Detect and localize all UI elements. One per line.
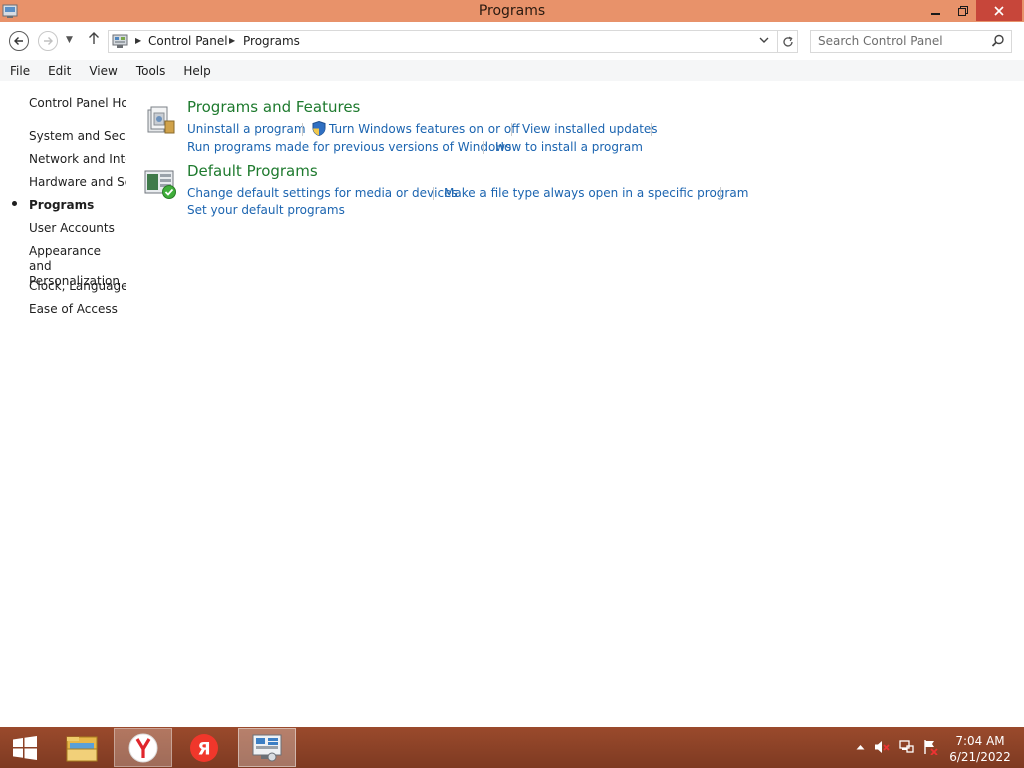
search-input[interactable] — [818, 34, 988, 48]
clock-date: 6/21/2022 — [949, 750, 1011, 764]
recent-locations-chevron-icon[interactable]: ▼ — [66, 35, 73, 45]
default-programs-icon[interactable] — [143, 168, 177, 202]
action-center-flag-icon[interactable] — [922, 739, 938, 755]
link-separator — [511, 123, 512, 136]
search-box[interactable] — [810, 30, 1012, 53]
menu-file[interactable]: File — [0, 64, 38, 78]
menu-help[interactable]: Help — [173, 64, 218, 78]
taskbar-yandex[interactable]: Я — [178, 728, 230, 767]
taskbar-control-panel[interactable] — [238, 728, 296, 767]
restore-button[interactable] — [950, 0, 976, 21]
programs-and-features-title[interactable]: Programs and Features — [187, 98, 360, 116]
address-dropdown-chevron-icon[interactable] — [759, 36, 769, 47]
taskbar: Я 7:04 AM 6/21/2022 — [0, 727, 1024, 768]
yandex-letter: Я — [197, 739, 210, 759]
link-separator — [433, 187, 434, 200]
view-installed-updates-link[interactable]: View installed updates — [522, 122, 658, 136]
link-separator — [302, 123, 303, 136]
address-bar[interactable]: ▶ Control Panel ▶ Programs — [108, 30, 798, 53]
how-to-install-a-program-link[interactable]: How to install a program — [495, 140, 643, 154]
up-arrow-icon[interactable] — [88, 31, 100, 49]
close-icon — [994, 5, 1004, 16]
set-your-default-programs-link[interactable]: Set your default programs — [187, 203, 345, 217]
sidebar-item-clock-language-region[interactable]: Clock, Language, and Region — [29, 279, 126, 294]
sidebar-item-system-and-security[interactable]: System and Security — [29, 129, 126, 144]
default-programs-title[interactable]: Default Programs — [187, 162, 318, 180]
windows-logo-icon — [13, 735, 37, 760]
forward-button[interactable] — [38, 31, 58, 51]
minimize-button[interactable] — [922, 0, 950, 21]
menu-tools[interactable]: Tools — [126, 64, 174, 78]
clock-time: 7:04 AM — [955, 734, 1005, 748]
search-icon[interactable] — [991, 34, 1005, 48]
refresh-icon — [783, 36, 793, 47]
make-file-type-always-open-link[interactable]: Make a file type always open in a specif… — [444, 186, 748, 200]
link-separator — [651, 123, 652, 136]
window-title: Programs — [478, 3, 546, 19]
run-programs-previous-versions-link[interactable]: Run programs made for previous versions … — [187, 140, 511, 154]
navigation-bar: ▼ ▶ Control Panel ▶ Programs — [0, 22, 1024, 60]
network-icon[interactable] — [898, 739, 914, 755]
start-button[interactable] — [0, 728, 50, 767]
link-separator — [483, 141, 484, 154]
minimize-icon — [931, 12, 940, 15]
turn-windows-features-link[interactable]: Turn Windows features on or off — [329, 122, 520, 136]
taskbar-yandex-browser[interactable] — [114, 728, 172, 767]
menu-edit[interactable]: Edit — [38, 64, 79, 78]
taskbar-file-explorer[interactable] — [56, 728, 108, 767]
sidebar-item-network-and-internet[interactable]: Network and Internet — [29, 152, 126, 167]
back-button[interactable] — [9, 31, 29, 51]
breadcrumb-separator-icon[interactable]: ▶ — [135, 36, 141, 45]
change-default-settings-media-link[interactable]: Change default settings for media or dev… — [187, 186, 458, 200]
forward-arrow-icon — [44, 37, 53, 45]
uac-shield-icon — [312, 121, 326, 136]
sidebar-item-ease-of-access[interactable]: Ease of Access — [29, 302, 126, 317]
control-panel-icon — [112, 34, 128, 48]
show-hidden-icons-chevron-icon[interactable] — [852, 739, 868, 755]
volume-muted-icon[interactable] — [874, 739, 890, 755]
left-navigation-pane: Control Panel Home System and Security N… — [0, 81, 128, 727]
folder-icon — [66, 736, 98, 761]
menu-bar: File Edit View Tools Help — [0, 60, 1024, 81]
yandex-icon: Я — [190, 733, 218, 762]
back-arrow-icon — [14, 37, 23, 45]
yandex-browser-icon — [128, 733, 158, 762]
breadcrumb-programs[interactable]: Programs — [243, 34, 300, 48]
sidebar-item-programs[interactable]: Programs — [29, 198, 126, 213]
system-clock[interactable]: 7:04 AM 6/21/2022 — [948, 733, 1012, 765]
close-button[interactable] — [976, 0, 1022, 21]
sidebar-item-user-accounts[interactable]: User Accounts — [29, 221, 126, 236]
sidebar-item-control-panel-home[interactable]: Control Panel Home — [29, 96, 126, 111]
sidebar-item-hardware-and-sound[interactable]: Hardware and Sound — [29, 175, 126, 190]
link-separator — [720, 187, 721, 200]
restore-icon — [958, 5, 968, 16]
breadcrumb-separator-icon[interactable]: ▶ — [229, 36, 235, 45]
refresh-button[interactable] — [777, 31, 798, 52]
menu-view[interactable]: View — [79, 64, 125, 78]
programs-and-features-icon[interactable] — [143, 104, 177, 138]
breadcrumb-control-panel[interactable]: Control Panel — [148, 34, 228, 48]
title-bar[interactable]: Programs — [0, 0, 1024, 22]
control-panel-icon — [252, 734, 282, 761]
active-item-bullet-icon — [12, 201, 17, 206]
uninstall-a-program-link[interactable]: Uninstall a program — [187, 122, 306, 136]
